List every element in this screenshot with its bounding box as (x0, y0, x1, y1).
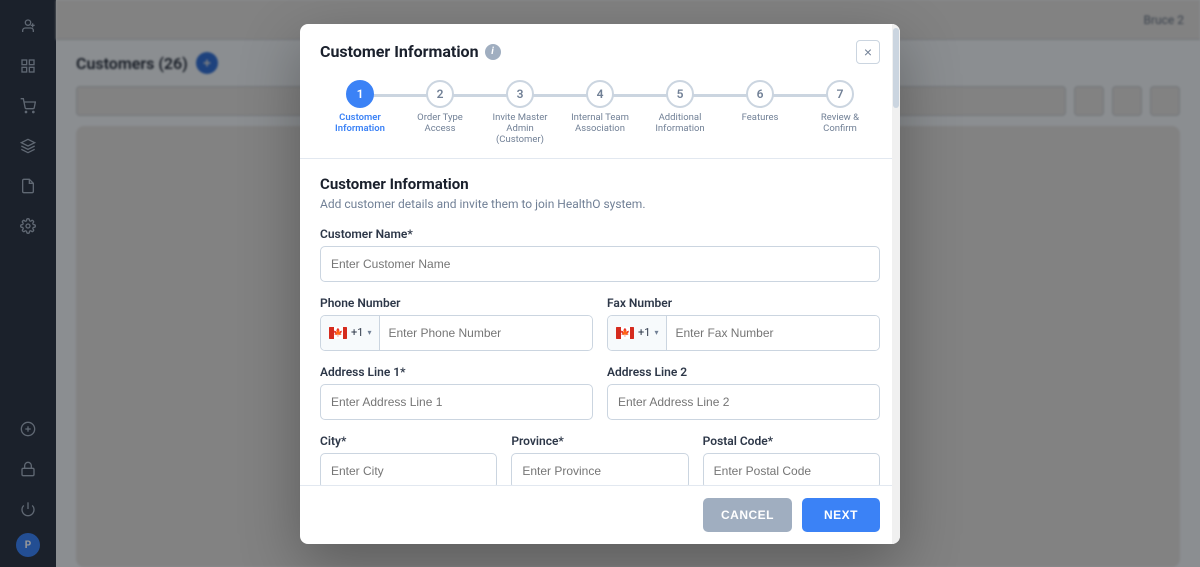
info-icon: i (485, 44, 501, 60)
address-row: Address Line 1* Address Line 2 (320, 365, 880, 434)
step-5[interactable]: 5 AdditionalInformation (640, 80, 720, 135)
customer-name-input[interactable] (320, 246, 880, 282)
section-subtitle: Add customer details and invite them to … (320, 197, 880, 211)
address1-input[interactable] (320, 384, 593, 420)
modal-title-text: Customer Information (320, 42, 479, 61)
step-2-label: Order Type Access (405, 112, 475, 135)
modal-overlay: Customer Information i × 1 CustomerInfor… (0, 0, 1200, 567)
step-3-circle: 3 (506, 80, 534, 108)
customer-information-modal: Customer Information i × 1 CustomerInfor… (300, 24, 900, 544)
step-3-label: Invite MasterAdmin (Customer) (485, 112, 555, 146)
fax-canada-flag: 🍁 (616, 327, 634, 339)
step-4[interactable]: 4 Internal TeamAssociation (560, 80, 640, 135)
modal-close-button[interactable]: × (856, 40, 880, 64)
phone-number-input[interactable] (380, 316, 592, 350)
address2-label: Address Line 2 (607, 365, 880, 379)
city-input[interactable] (320, 453, 497, 485)
address1-group: Address Line 1* (320, 365, 593, 420)
section-title: Customer Information (320, 175, 880, 193)
address2-col: Address Line 2 (607, 365, 880, 434)
phone-col: Phone Number 🍁 +1 ▾ (320, 296, 593, 365)
modal-header: Customer Information i × (300, 24, 900, 64)
modal-title: Customer Information i (320, 42, 501, 61)
step-6-label: Features (742, 112, 779, 123)
city-province-postal-row: City* Province* Postal Code* (320, 434, 880, 485)
city-group: City* (320, 434, 497, 485)
stepper: 1 CustomerInformation 2 Order Type Acces… (300, 64, 900, 159)
step-5-label: AdditionalInformation (655, 112, 704, 135)
step-1-circle: 1 (346, 80, 374, 108)
next-button[interactable]: NEXT (802, 498, 880, 532)
canada-flag: 🍁 (329, 327, 347, 339)
step-5-circle: 5 (666, 80, 694, 108)
step-1-label: CustomerInformation (335, 112, 385, 135)
province-label: Province* (511, 434, 688, 448)
province-group: Province* (511, 434, 688, 485)
cancel-button[interactable]: CANCEL (703, 498, 792, 532)
scroll-thumb (893, 28, 899, 108)
step-2[interactable]: 2 Order Type Access (400, 80, 480, 135)
step-7-circle: 7 (826, 80, 854, 108)
address2-group: Address Line 2 (607, 365, 880, 420)
step-4-circle: 4 (586, 80, 614, 108)
fax-col: Fax Number 🍁 +1 ▾ (607, 296, 880, 365)
scroll-indicator (892, 24, 900, 544)
step-6-circle: 6 (746, 80, 774, 108)
fax-number-input[interactable] (667, 316, 879, 350)
step-3[interactable]: 3 Invite MasterAdmin (Customer) (480, 80, 560, 146)
fax-label: Fax Number (607, 296, 880, 310)
postal-label: Postal Code* (703, 434, 880, 448)
customer-name-group: Customer Name* (320, 227, 880, 282)
step-2-circle: 2 (426, 80, 454, 108)
fax-group: Fax Number 🍁 +1 ▾ (607, 296, 880, 351)
phone-label: Phone Number (320, 296, 593, 310)
fax-chevron-icon: ▾ (654, 328, 658, 337)
phone-chevron-icon: ▾ (367, 328, 371, 337)
step-1: 1 CustomerInformation (320, 80, 400, 135)
address1-col: Address Line 1* (320, 365, 593, 434)
modal-body: Customer Information Add customer detail… (300, 159, 900, 485)
postal-group: Postal Code* (703, 434, 880, 485)
step-6[interactable]: 6 Features (720, 80, 800, 123)
postal-col: Postal Code* (703, 434, 880, 485)
step-4-label: Internal TeamAssociation (571, 112, 629, 135)
phone-group: Phone Number 🍁 +1 ▾ (320, 296, 593, 351)
phone-input-group: 🍁 +1 ▾ (320, 315, 593, 351)
fax-country-code: +1 (638, 326, 650, 339)
fax-country-select[interactable]: 🍁 +1 ▾ (608, 316, 667, 350)
step-7-label: Review & Confirm (805, 112, 875, 135)
modal-footer: CANCEL NEXT (300, 485, 900, 544)
city-col: City* (320, 434, 497, 485)
phone-country-select[interactable]: 🍁 +1 ▾ (321, 316, 380, 350)
address2-input[interactable] (607, 384, 880, 420)
step-7[interactable]: 7 Review & Confirm (800, 80, 880, 135)
province-input[interactable] (511, 453, 688, 485)
customer-name-label: Customer Name* (320, 227, 880, 241)
address1-label: Address Line 1* (320, 365, 593, 379)
city-label: City* (320, 434, 497, 448)
fax-input-group: 🍁 +1 ▾ (607, 315, 880, 351)
postal-input[interactable] (703, 453, 880, 485)
phone-fax-row: Phone Number 🍁 +1 ▾ (320, 296, 880, 365)
phone-country-code: +1 (351, 326, 363, 339)
province-col: Province* (511, 434, 688, 485)
